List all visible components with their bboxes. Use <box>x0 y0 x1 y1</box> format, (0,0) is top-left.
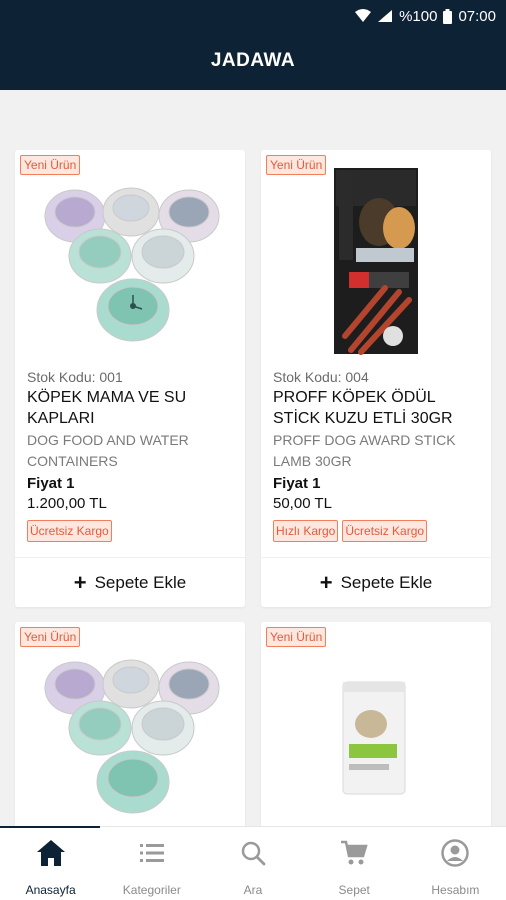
product-image-pet-bowls[interactable] <box>15 160 245 360</box>
price-label: Fiyat 1 <box>273 475 321 492</box>
product-image-pet-food-pouch[interactable] <box>261 632 491 826</box>
nav-account[interactable]: Hesabım <box>405 827 506 900</box>
app-title: JADAWA <box>210 50 296 71</box>
price-label: Fiyat 1 <box>27 475 75 492</box>
clock: 07:00 <box>458 7 496 25</box>
cart-icon <box>340 837 368 869</box>
nav-home-label: Anasayfa <box>25 883 76 897</box>
new-product-badge: Yeni Ürün <box>266 155 327 175</box>
stock-code: Stok Kodu: 001 <box>27 369 123 385</box>
fast-shipping-tag: Hızlı Kargo <box>273 520 339 542</box>
nav-search-label: Ara <box>243 883 263 897</box>
battery-icon <box>443 8 453 24</box>
product-image-proff-treat-package[interactable] <box>261 160 491 360</box>
battery-level: %100 <box>399 7 438 25</box>
wifi-icon <box>355 9 372 23</box>
product-subtitle: DOG FOOD AND WATER CONTAINERS <box>27 432 189 469</box>
nav-categories[interactable]: Kategoriler <box>101 827 202 900</box>
bottom-navigation: Anasayfa Kategoriler Ara Sepet Hesabım <box>0 826 506 900</box>
nav-account-label: Hesabım <box>431 883 480 897</box>
add-to-cart-label: Sepete Ekle <box>94 572 187 592</box>
free-shipping-tag: Ücretsiz Kargo <box>27 520 112 542</box>
product-title[interactable]: KÖPEK MAMA VE SU KAPLARI <box>27 387 237 429</box>
price-value: 50,00 TL <box>273 495 332 512</box>
status-bar: %100 07:00 <box>0 0 506 32</box>
app-bar: JADAWA <box>0 32 506 90</box>
nav-search[interactable]: Ara <box>202 827 303 900</box>
account-icon <box>441 837 470 869</box>
stock-code: Stok Kodu: 004 <box>273 369 369 385</box>
list-icon <box>139 837 164 869</box>
product-card[interactable]: Yeni Ürün <box>261 622 491 826</box>
new-product-badge: Yeni Ürün <box>266 627 327 647</box>
product-card[interactable]: Yeni Ürün Stok Kodu: 004 PROFF KÖPEK ÖDÜ… <box>261 150 491 607</box>
signal-icon <box>377 9 393 23</box>
product-subtitle: PROFF DOG AWARD STICK LAMB 30GR <box>273 432 456 469</box>
search-icon <box>240 837 266 869</box>
new-product-badge: Yeni Ürün <box>20 627 81 647</box>
nav-cart[interactable]: Sepet <box>304 827 405 900</box>
product-card[interactable]: Yeni Ürün Stok Kodu: 001 KÖPEK MAMA VE S… <box>15 150 245 607</box>
free-shipping-tag: Ücretsiz Kargo <box>342 520 428 542</box>
nav-home[interactable]: Anasayfa <box>0 826 101 900</box>
add-to-cart-button[interactable]: + Sepete Ekle <box>261 557 491 607</box>
product-title[interactable]: PROFF KÖPEK ÖDÜL STİCK KUZU ETLİ 30GR <box>273 387 483 429</box>
plus-icon: + <box>73 569 87 595</box>
new-product-badge: Yeni Ürün <box>20 155 81 175</box>
plus-icon: + <box>319 569 333 595</box>
nav-cart-label: Sepet <box>338 883 370 897</box>
product-grid[interactable]: Yeni Ürün Stok Kodu: 001 KÖPEK MAMA VE S… <box>0 90 506 826</box>
nav-categories-label: Kategoriler <box>122 883 181 897</box>
add-to-cart-button[interactable]: + Sepete Ekle <box>15 557 245 607</box>
add-to-cart-label: Sepete Ekle <box>340 572 433 592</box>
home-icon <box>36 837 66 869</box>
product-card[interactable]: Yeni Ürün <box>15 622 245 826</box>
product-image-pet-bowls[interactable] <box>15 632 245 826</box>
price-value: 1.200,00 TL <box>27 495 107 512</box>
